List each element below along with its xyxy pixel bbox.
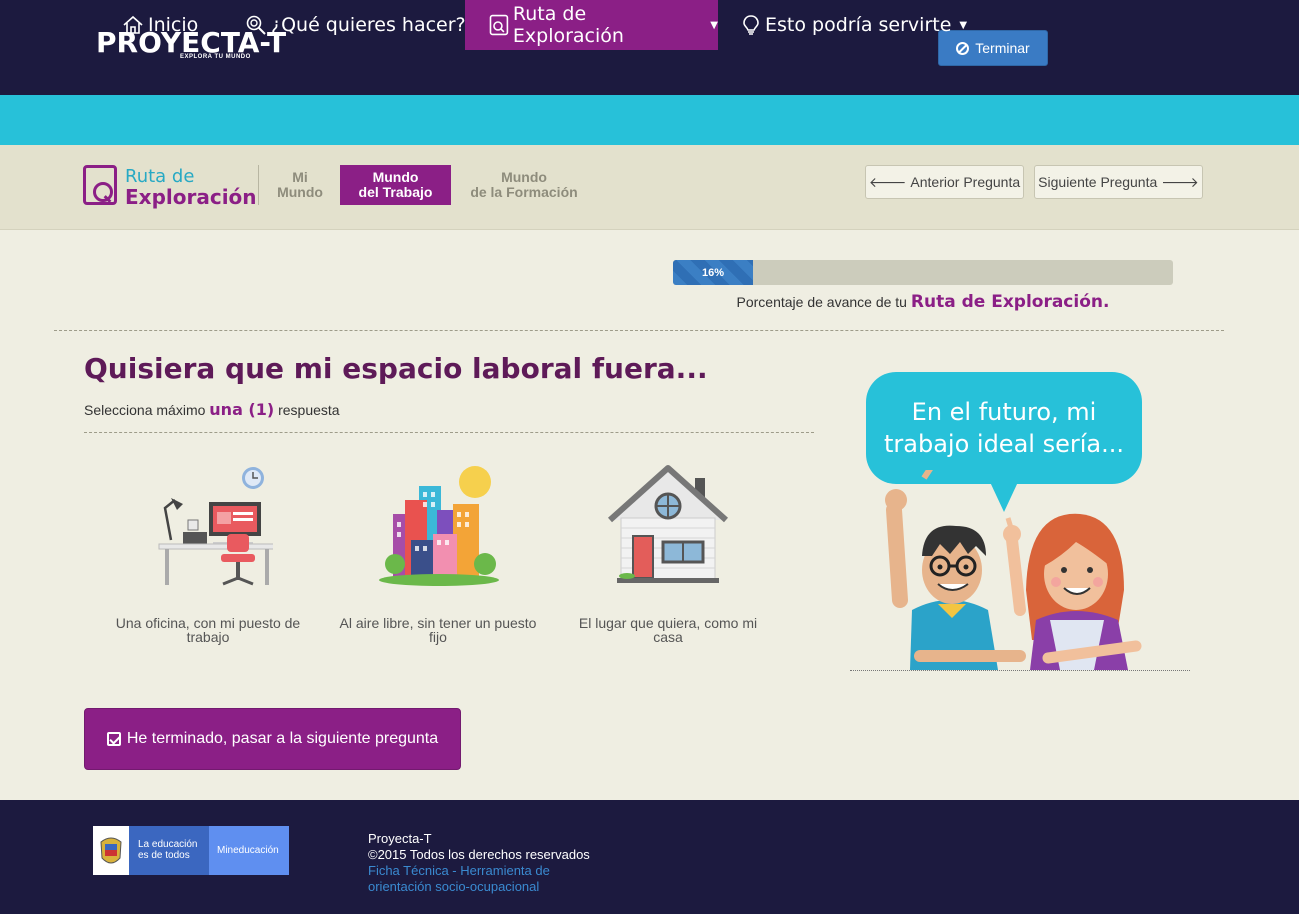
arrow-right-icon: 🡒 [1161, 173, 1199, 190]
arrow-left-icon: 🡐 [868, 173, 907, 190]
nav-label: Ruta de Exploración [512, 3, 624, 47]
nav-item-esto-podria-servirte[interactable]: Esto podría servirte ▼ [741, 0, 967, 50]
ruta-title-line2: Exploración [125, 185, 257, 209]
next-label: Siguiente Pregunta [1038, 174, 1158, 190]
stage-mundo-del-trabajo[interactable]: Mundo del Trabajo [340, 165, 451, 205]
question-title: Quisiera que mi espacio laboral fuera... [84, 352, 708, 385]
speech-bubble: En el futuro, mi trabajo ideal sería... [866, 372, 1142, 484]
stage-line1: Mi [292, 169, 308, 185]
next-question-button[interactable]: Siguiente Pregunta 🡒 [1034, 165, 1203, 199]
characters-illustration [885, 470, 1142, 670]
chevron-down-icon: ▼ [959, 19, 968, 31]
route-icon [83, 165, 117, 205]
ficha-tecnica-link[interactable]: Ficha Técnica - Herramienta de orientaci… [368, 863, 568, 895]
progress-caption-strong: Ruta de Exploración. [910, 292, 1110, 312]
chevron-down-icon: ▼ [710, 19, 718, 31]
divider [54, 330, 1224, 331]
divider [258, 165, 259, 205]
footer-line1: Proyecta-T [368, 831, 432, 846]
edu-line1: La educación [138, 839, 198, 850]
edu-line2: es de todos [138, 850, 190, 861]
question-instruction: Selecciona máximo una (1) respuesta [84, 400, 340, 419]
stage-mundo-formacion[interactable]: Mundo de la Formación [460, 165, 588, 205]
previous-question-button[interactable]: 🡐 Anterior Pregunta [865, 165, 1024, 199]
divider [850, 670, 1190, 671]
instruction-prefix: Selecciona máximo [84, 402, 206, 418]
colombia-crest-icon [93, 826, 129, 875]
stage-mi-mundo[interactable]: Mi Mundo [268, 165, 332, 205]
edu-ministry: Mineducación [209, 826, 289, 875]
terminar-label: Terminar [975, 40, 1030, 56]
nav-item-ruta-exploracion[interactable]: Ruta de Exploración ▼ [465, 0, 718, 50]
edu-slogan: La educación es de todos [129, 826, 209, 875]
logo-tagline: EXPLORA TU MUNDO [180, 54, 251, 60]
search-icon [246, 15, 266, 35]
nav-item-inicio[interactable]: Inicio [122, 0, 198, 50]
route-icon [489, 14, 509, 36]
option-mi-casa[interactable]: El lugar que quiera, como mi casa [568, 460, 768, 644]
option-oficina[interactable]: Una oficina, con mi puesto de trabajo [108, 460, 308, 644]
finish-question-button[interactable]: He terminado, pasar a la siguiente pregu… [84, 708, 461, 770]
speech-bubble-text: En el futuro, mi trabajo ideal sería... [884, 398, 1124, 458]
instruction-suffix: respuesta [278, 402, 340, 418]
progress-caption: Porcentaje de avance de tu Ruta de Explo… [673, 292, 1173, 312]
ruta-title-line1: Ruta de [125, 166, 195, 187]
stage-line2: de la Formación [470, 184, 578, 200]
progress-caption-prefix: Porcentaje de avance de tu [736, 294, 907, 310]
nav-label: Esto podría servirte [765, 14, 952, 36]
footer-line2: ©2015 Todos los derechos reservados [368, 847, 590, 862]
stage-line2: Mundo [277, 184, 323, 200]
option-label: Una oficina, con mi puesto de trabajo [115, 615, 301, 645]
previous-label: Anterior Pregunta [910, 174, 1021, 190]
instruction-strong: una (1) [209, 400, 275, 419]
house-icon [607, 465, 729, 583]
progress-fill: 16% [673, 260, 753, 285]
nav-item-que-quieres-hacer[interactable]: ¿Qué quieres hacer? [245, 0, 466, 50]
lightbulb-icon [743, 15, 759, 35]
divider [84, 432, 814, 433]
footer-text: Proyecta-T ©2015 Todos los derechos rese… [368, 831, 590, 895]
stage-line2: del Trabajo [358, 184, 433, 200]
stage-line1: Mundo [501, 169, 547, 185]
office-desk-icon [158, 467, 273, 586]
option-label: Al aire libre, sin tener un puesto fijo [339, 615, 537, 645]
city-outdoors-icon [379, 466, 499, 586]
progress-bar: 16% [673, 260, 1173, 285]
home-icon [123, 15, 143, 34]
stage-line1: Mundo [372, 169, 419, 185]
check-square-icon [106, 732, 121, 746]
mineducacion-logo[interactable]: La educación es de todos Mineducación [93, 826, 289, 875]
nav-label: Inicio [148, 14, 199, 36]
option-aire-libre[interactable]: Al aire libre, sin tener un puesto fijo [338, 460, 538, 644]
option-label: El lugar que quiera, como mi casa [578, 615, 758, 645]
finish-label: He terminado, pasar a la siguiente pregu… [126, 730, 439, 747]
main-nav [0, 95, 1299, 145]
nav-label: ¿Qué quieres hacer? [271, 14, 466, 36]
